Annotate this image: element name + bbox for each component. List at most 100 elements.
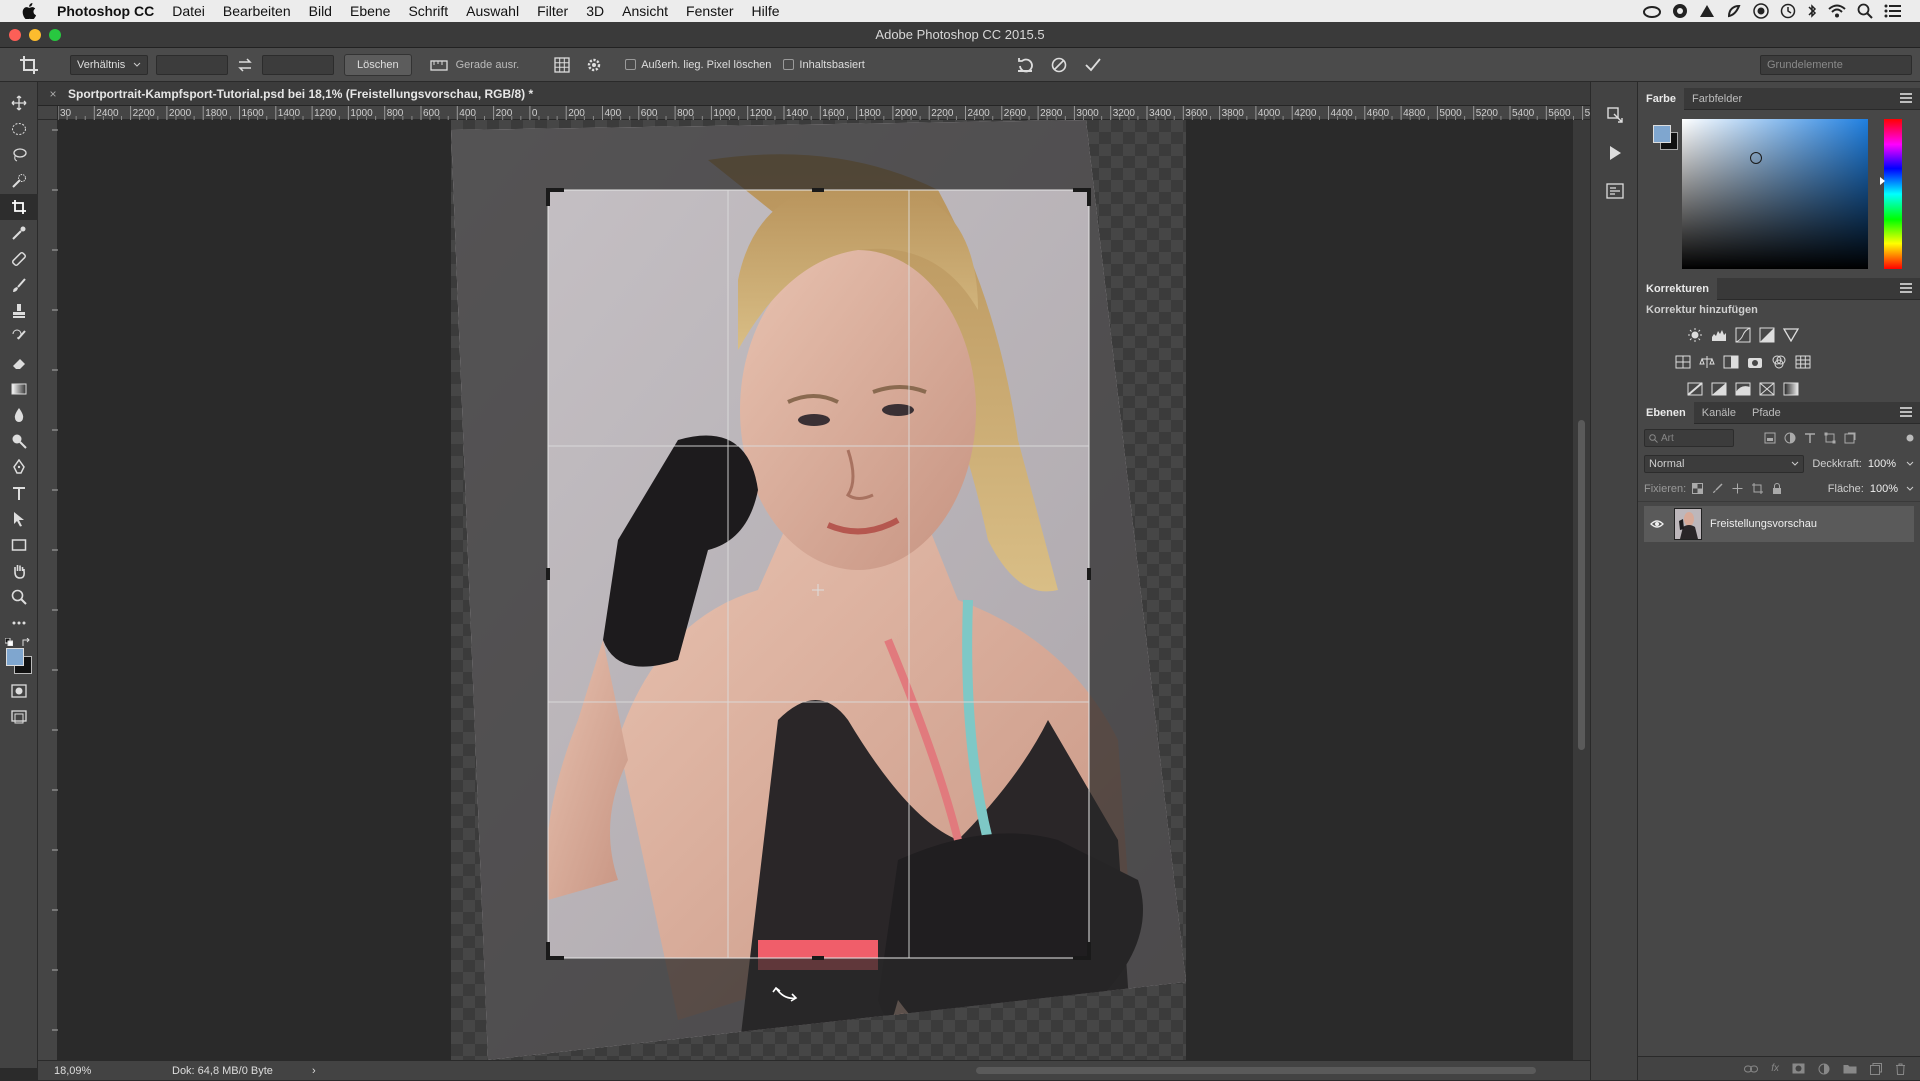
document-tab[interactable]: × Sportportrait-Kampfsport-Tutorial.psd … <box>38 82 1590 106</box>
layer-thumbnail[interactable] <box>1674 508 1702 540</box>
zoom-tool-icon[interactable] <box>0 584 38 610</box>
commit-check-icon[interactable] <box>1076 57 1110 72</box>
lock-pixels-icon[interactable] <box>1712 483 1723 494</box>
blur-tool-icon[interactable] <box>0 402 38 428</box>
screen-mode-icon[interactable] <box>0 704 38 730</box>
crop-tool-preset-icon[interactable] <box>0 54 58 76</box>
apple-icon[interactable] <box>18 3 40 19</box>
horizontal-scrollbar[interactable] <box>376 1061 1590 1081</box>
zoom-level[interactable]: 18,09% <box>38 1065 120 1077</box>
chevron-down-icon[interactable] <box>1906 461 1914 467</box>
grid-overlay-icon[interactable] <box>545 56 579 73</box>
layer-style-fx-icon[interactable]: fx <box>1771 1063 1779 1074</box>
tab-layers[interactable]: Ebenen <box>1638 401 1694 424</box>
healing-brush-tool-icon[interactable] <box>0 246 38 272</box>
tab-adjustments[interactable]: Korrekturen <box>1638 277 1717 300</box>
panel-menu-icon[interactable] <box>1900 407 1912 417</box>
black-white-icon[interactable] <box>1719 350 1743 374</box>
lasso-tool-icon[interactable] <box>0 142 38 168</box>
checkbox-box[interactable] <box>783 59 795 70</box>
gear-icon[interactable] <box>579 57 609 73</box>
quick-selection-tool-icon[interactable] <box>0 168 38 194</box>
history-panel-icon[interactable] <box>1591 96 1639 134</box>
chevron-down-icon[interactable] <box>1906 486 1914 492</box>
actions-play-icon[interactable] <box>1591 134 1639 172</box>
ratio-height-field[interactable] <box>262 54 334 75</box>
menu-schrift[interactable]: Schrift <box>399 0 457 22</box>
notification-list-icon[interactable] <box>1884 4 1902 18</box>
hue-saturation-icon[interactable] <box>1671 350 1695 374</box>
lock-transparency-icon[interactable] <box>1692 483 1704 494</box>
menu-filter[interactable]: Filter <box>528 0 577 22</box>
menu-fenster[interactable]: Fenster <box>677 0 742 22</box>
hue-slider-marker[interactable] <box>1880 177 1885 185</box>
brush-tool-icon[interactable] <box>0 272 38 298</box>
menu-bearbeiten[interactable]: Bearbeiten <box>214 0 300 22</box>
tab-paths[interactable]: Pfade <box>1744 402 1789 424</box>
quick-mask-icon[interactable] <box>0 678 38 704</box>
delete-layer-icon[interactable] <box>1895 1063 1906 1075</box>
menu-app-name[interactable]: Photoshop CC <box>48 0 163 22</box>
curves-icon[interactable] <box>1731 323 1755 347</box>
gradient-tool-icon[interactable] <box>0 376 38 402</box>
link-layers-icon[interactable] <box>1744 1065 1759 1073</box>
document-canvas[interactable] <box>58 120 1590 1060</box>
lock-all-icon[interactable] <box>1772 482 1782 495</box>
creative-icon[interactable] <box>1726 3 1742 19</box>
bluetooth-icon[interactable] <box>1807 3 1817 19</box>
workspace-select[interactable]: Grundelemente <box>1760 54 1912 75</box>
color-field[interactable] <box>1682 119 1868 269</box>
invert-icon[interactable] <box>1683 377 1707 401</box>
swap-colors-icon[interactable] <box>22 638 31 647</box>
history-brush-tool-icon[interactable] <box>0 324 38 350</box>
wifi-icon[interactable] <box>1828 4 1846 18</box>
reset-icon[interactable] <box>1008 57 1042 73</box>
panel-foreground-swatch[interactable] <box>1653 125 1671 143</box>
zoom-window-button[interactable] <box>49 29 61 41</box>
tab-channels[interactable]: Kanäle <box>1694 402 1744 424</box>
tab-color[interactable]: Farbe <box>1638 87 1684 110</box>
delete-button[interactable]: Löschen <box>344 53 412 76</box>
menu-ebene[interactable]: Ebene <box>341 0 399 22</box>
vertical-ruler[interactable] <box>38 120 58 1066</box>
path-selection-tool-icon[interactable] <box>0 506 38 532</box>
blend-mode-select[interactable]: Normal <box>1644 455 1805 473</box>
tab-swatches[interactable]: Farbfelder <box>1684 88 1750 110</box>
marquee-tool-icon[interactable] <box>0 116 38 142</box>
minimize-window-button[interactable] <box>29 29 41 41</box>
scrollbar-thumb[interactable] <box>1578 420 1585 750</box>
hand-tool-icon[interactable] <box>0 558 38 584</box>
eye-visibility-icon[interactable] <box>1644 519 1670 529</box>
posterize-icon[interactable] <box>1707 377 1731 401</box>
ratio-select[interactable]: Verhältnis <box>70 54 148 75</box>
filter-toggle-icon[interactable] <box>1906 434 1914 442</box>
menu-bild[interactable]: Bild <box>300 0 341 22</box>
hue-slider[interactable] <box>1880 119 1902 269</box>
sync-icon[interactable] <box>1672 3 1688 19</box>
filter-smart-object-icon[interactable] <box>1844 432 1856 444</box>
spotlight-search-icon[interactable] <box>1857 3 1873 19</box>
menu-3d[interactable]: 3D <box>577 0 613 22</box>
layer-filter-select[interactable]: Art <box>1644 429 1734 447</box>
filter-adjustment-icon[interactable] <box>1784 432 1796 444</box>
photo-filter-icon[interactable] <box>1743 350 1767 374</box>
gradient-map-icon[interactable] <box>1779 377 1803 401</box>
drive-icon[interactable] <box>1699 4 1715 18</box>
selective-color-icon[interactable] <box>1755 377 1779 401</box>
color-picker-handle[interactable] <box>1750 152 1762 164</box>
foreground-color-swatch[interactable] <box>6 648 24 666</box>
ruler-origin[interactable] <box>38 106 58 120</box>
clone-stamp-tool-icon[interactable] <box>0 298 38 324</box>
color-balance-icon[interactable] <box>1695 350 1719 374</box>
move-tool-icon[interactable] <box>0 90 38 116</box>
straighten-icon[interactable] <box>422 58 456 72</box>
filter-type-icon[interactable] <box>1804 432 1816 444</box>
checkbox-box[interactable] <box>625 59 637 70</box>
type-tool-icon[interactable] <box>0 480 38 506</box>
pen-tool-icon[interactable] <box>0 454 38 480</box>
status-menu-arrow[interactable]: › <box>312 1065 316 1077</box>
close-document-icon[interactable]: × <box>44 87 62 101</box>
rectangle-tool-icon[interactable] <box>0 532 38 558</box>
new-group-icon[interactable] <box>1843 1063 1857 1074</box>
color-lookup-icon[interactable] <box>1791 350 1815 374</box>
